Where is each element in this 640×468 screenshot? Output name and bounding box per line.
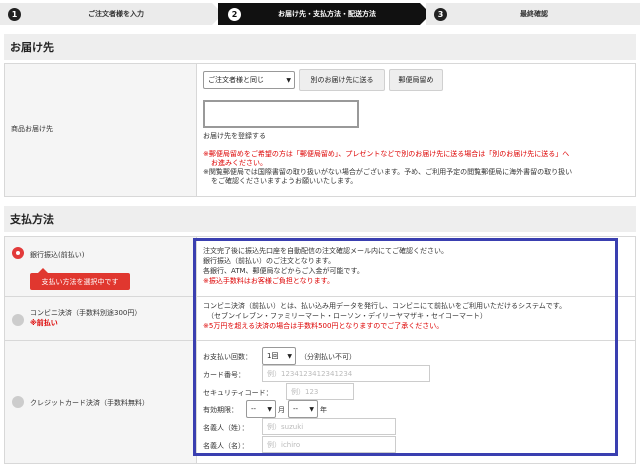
conveni-radio[interactable] bbox=[12, 314, 24, 326]
address-display-box[interactable] bbox=[203, 100, 359, 128]
checkout-steps: 1 ご注文者様を入力 2 お届け先・支払方法・配送方法 3 最終確認 bbox=[0, 0, 640, 30]
conveni-label[interactable]: コンビニ決済（手数料別途300円） bbox=[30, 308, 141, 318]
step-1: 1 ご注文者様を入力 bbox=[0, 3, 212, 25]
chevron-down-icon: ▼ bbox=[286, 76, 291, 84]
delivery-section-title: お届け先 bbox=[4, 34, 636, 60]
step-number: 3 bbox=[434, 7, 447, 21]
delivery-row-label: 商品お届け先 bbox=[11, 125, 53, 133]
credit-card-radio[interactable] bbox=[12, 396, 24, 408]
step-3: 3 最終確認 bbox=[426, 3, 640, 25]
bank-transfer-radio[interactable] bbox=[12, 247, 24, 259]
conveni-prepay-note: ※前払い bbox=[30, 319, 58, 327]
step-2: 2 お届け先・支払方法・配送方法 bbox=[218, 3, 420, 25]
payment-section-title: 支払方法 bbox=[4, 206, 636, 232]
register-address-link[interactable]: お届け先を登録する bbox=[203, 131, 266, 141]
selected-payment-tooltip: 支払い方法を選択中です bbox=[30, 268, 130, 290]
credit-card-label[interactable]: クレジットカード決済（手数料無料） bbox=[30, 398, 149, 408]
delivery-row-header: 商品お届け先 bbox=[5, 64, 197, 196]
post-office-button[interactable]: 郵便局留め bbox=[389, 69, 443, 91]
bank-transfer-label[interactable]: 銀行振込(前払い) bbox=[30, 250, 84, 260]
other-address-button[interactable]: 別のお届け先に送る bbox=[299, 69, 385, 91]
step-label: 最終確認 bbox=[520, 10, 548, 18]
step-label: ご注文者様を入力 bbox=[88, 10, 144, 18]
step-number: 2 bbox=[228, 7, 241, 21]
step-label: お届け先・支払方法・配送方法 bbox=[278, 10, 376, 18]
highlight-box bbox=[193, 238, 618, 456]
step-number: 1 bbox=[8, 7, 21, 21]
delivery-address-select[interactable]: ご注文者様と同じ ▼ bbox=[203, 71, 295, 89]
select-value: ご注文者様と同じ bbox=[208, 76, 264, 84]
international-note-cont: をご確認くださいますようお願いいたします。 bbox=[211, 177, 358, 185]
